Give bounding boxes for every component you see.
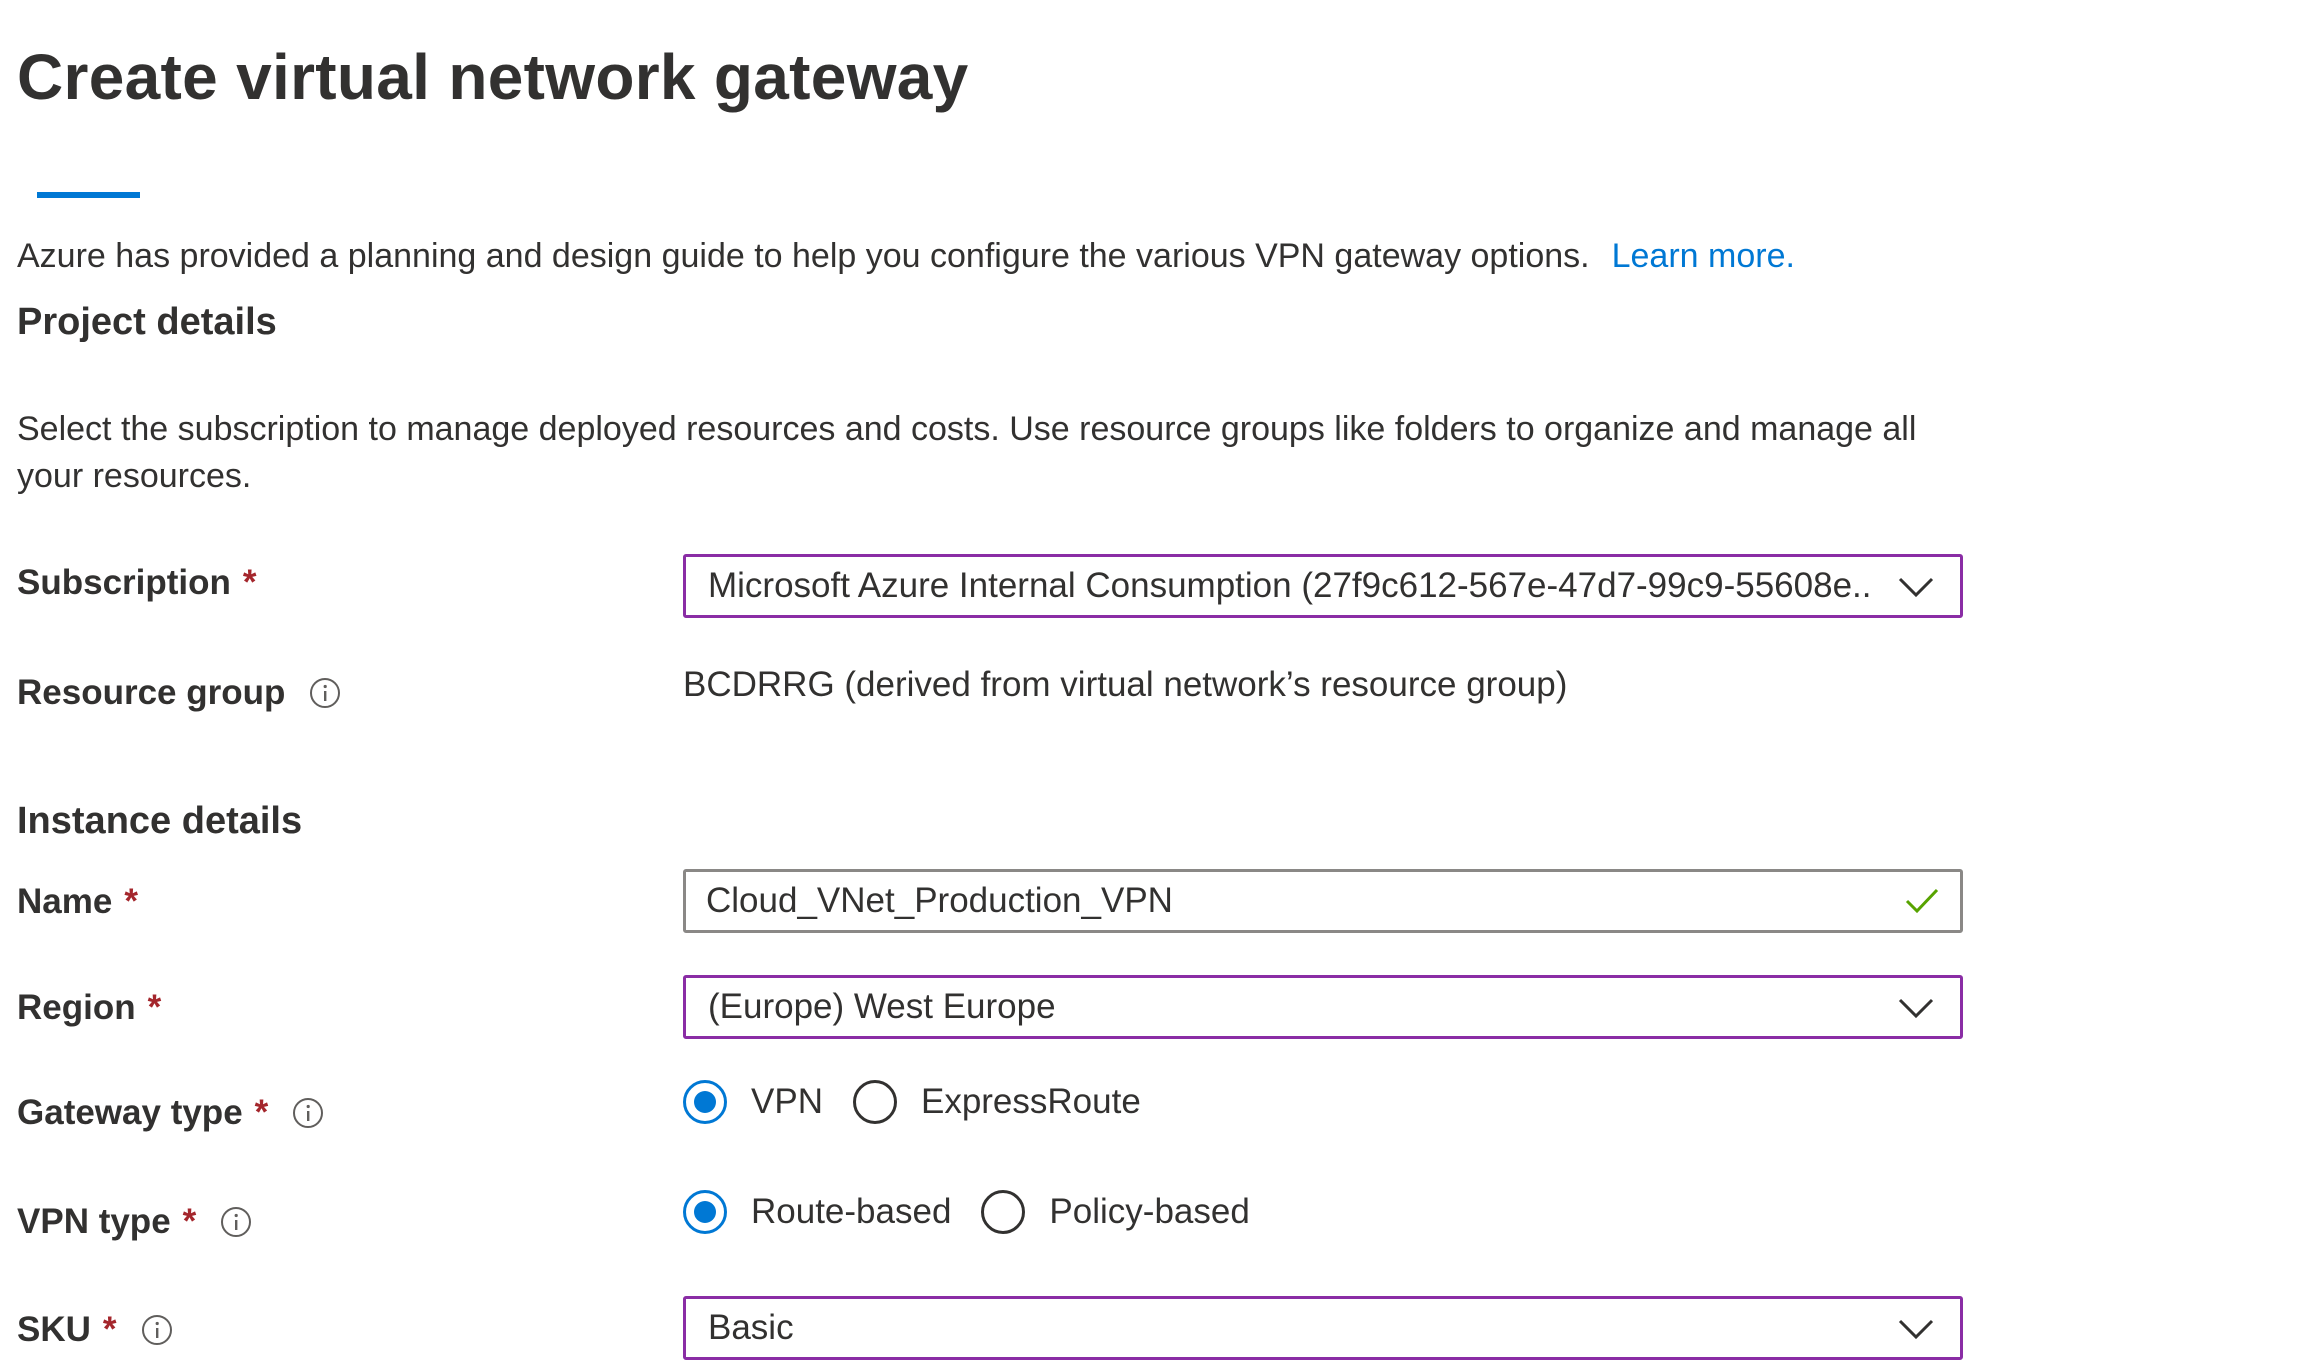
required-marker: * (124, 882, 138, 921)
info-icon[interactable] (220, 1206, 252, 1238)
chevron-down-icon (1898, 577, 1934, 598)
chevron-down-icon (1898, 1319, 1934, 1340)
info-icon[interactable] (309, 677, 341, 709)
sku-value: Basic (708, 1308, 794, 1347)
required-marker: * (242, 563, 257, 602)
required-marker: * (147, 988, 162, 1027)
required-marker: * (182, 1202, 197, 1241)
active-tab-indicator (37, 192, 140, 198)
subscription-dropdown[interactable]: Microsoft Azure Internal Consumption (27… (683, 554, 1963, 618)
page-title: Create virtual network gateway (17, 41, 969, 113)
radio-label: Policy-based (1049, 1192, 1250, 1231)
name-label-text: Name (17, 882, 113, 921)
radio-button-checked[interactable] (683, 1190, 727, 1234)
radio-label: Route-based (751, 1192, 952, 1231)
required-marker: * (254, 1093, 269, 1132)
vpn-type-label-text: VPN type (17, 1202, 171, 1241)
sku-dropdown[interactable]: Basic (683, 1296, 1963, 1360)
gateway-type-label: Gateway type * (17, 1088, 324, 1138)
vpn-type-option-route-based[interactable]: Route-based (683, 1184, 951, 1240)
name-label: Name * (17, 877, 138, 927)
name-field[interactable] (683, 869, 1963, 933)
name-input[interactable] (706, 872, 1856, 930)
gateway-type-option-vpn[interactable]: VPN (683, 1074, 823, 1130)
gateway-type-label-text: Gateway type (17, 1093, 243, 1132)
learn-more-link[interactable]: Learn more. (1612, 237, 1795, 275)
chevron-down-icon (1898, 998, 1934, 1019)
intro-description: Azure has provided a planning and design… (17, 237, 1590, 275)
gateway-type-option-expressroute[interactable]: ExpressRoute (852, 1074, 1141, 1130)
radio-button[interactable] (852, 1080, 897, 1124)
instance-details-heading: Instance details (17, 800, 303, 842)
region-label: Region * (17, 983, 161, 1033)
info-icon[interactable] (292, 1097, 324, 1129)
vpn-type-label: VPN type * (17, 1197, 252, 1247)
create-gateway-page: Create virtual network gateway Azure has… (0, 0, 2312, 1367)
info-icon[interactable] (141, 1314, 173, 1346)
resource-group-label: Resource group (17, 668, 341, 718)
project-details-description: Select the subscription to manage deploy… (17, 410, 1917, 495)
region-dropdown[interactable]: (Europe) West Europe (683, 975, 1963, 1039)
region-label-text: Region (17, 988, 136, 1027)
subscription-label-text: Subscription (17, 563, 231, 602)
vpn-type-radio-group: Route-based Policy-based (683, 1184, 1280, 1240)
sku-label-text: SKU (17, 1310, 91, 1349)
radio-button[interactable] (981, 1190, 1026, 1234)
project-details-heading: Project details (17, 301, 277, 343)
radio-button-checked[interactable] (683, 1080, 727, 1124)
vpn-type-option-policy-based[interactable]: Policy-based (981, 1184, 1250, 1240)
radio-label: ExpressRoute (920, 1082, 1141, 1121)
radio-label: VPN (751, 1082, 823, 1121)
subscription-label: Subscription * (17, 558, 257, 608)
resource-group-label-text: Resource group (17, 673, 286, 712)
required-marker: * (102, 1310, 117, 1349)
region-value: (Europe) West Europe (708, 987, 1056, 1026)
subscription-value: Microsoft Azure Internal Consumption (27… (708, 566, 1870, 605)
checkmark-icon (1905, 888, 1939, 914)
gateway-type-radio-group: VPN ExpressRoute (683, 1074, 1171, 1130)
resource-group-value: BCDRRG (derived from virtual network’s r… (683, 665, 1568, 704)
intro-text: Azure has provided a planning and design… (17, 230, 1795, 282)
sku-label: SKU * (17, 1305, 173, 1355)
